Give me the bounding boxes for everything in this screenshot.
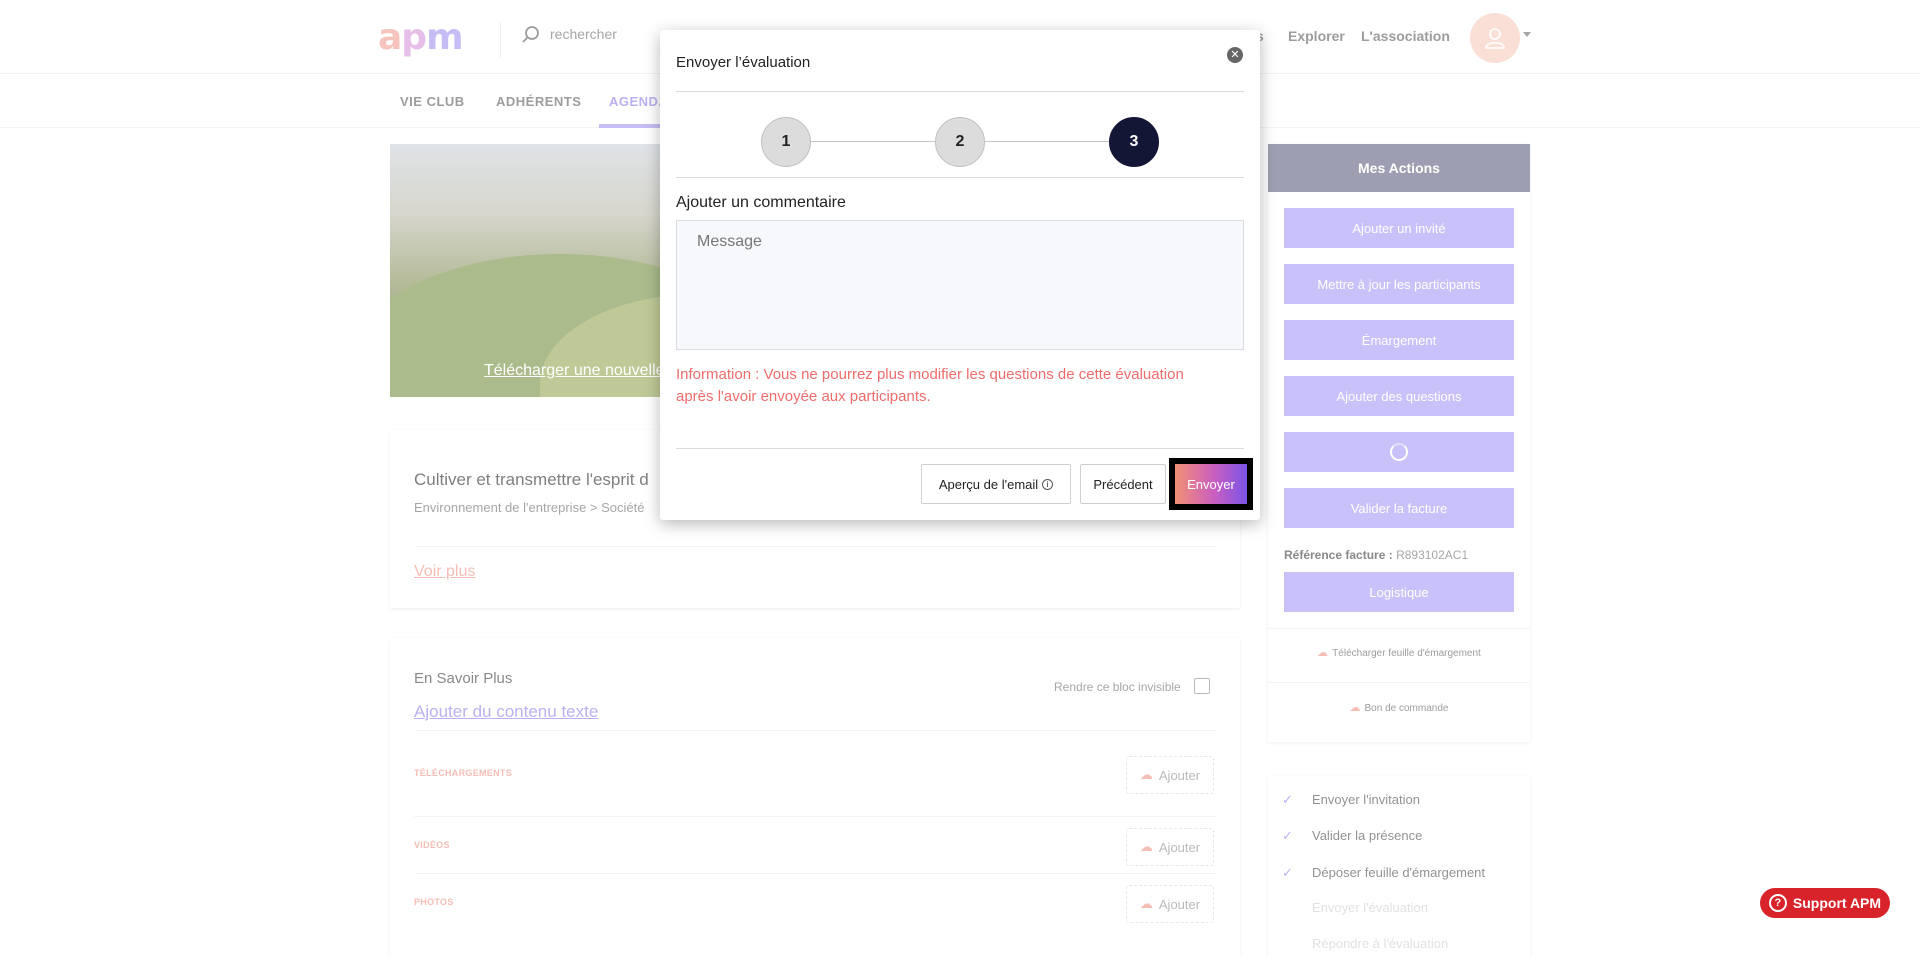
- warning-message: Information : Vous ne pourrez plus modif…: [676, 366, 1184, 405]
- comment-textarea[interactable]: [676, 220, 1244, 350]
- comment-label: Ajouter un commentaire: [676, 194, 846, 211]
- button-label: Aperçu de l'email: [938, 476, 1039, 492]
- send-evaluation-modal: Envoyer l’évaluation ✕ 1 2 3 Ajouter un …: [660, 30, 1260, 520]
- support-button[interactable]: ? Support APM: [1760, 888, 1890, 918]
- divider: [676, 448, 1244, 449]
- email-preview-button[interactable]: Aperçu de l'email i: [921, 464, 1071, 504]
- send-button-focus-frame: Envoyer: [1169, 458, 1253, 510]
- help-icon: ?: [1768, 894, 1787, 912]
- step-2[interactable]: 2: [935, 117, 985, 167]
- info-icon: i: [1042, 478, 1054, 490]
- divider: [676, 177, 1244, 178]
- modal-title: Envoyer l’évaluation: [676, 54, 811, 71]
- support-label: Support APM: [1792, 895, 1882, 911]
- divider: [676, 91, 1244, 92]
- send-button[interactable]: Envoyer: [1175, 464, 1247, 504]
- step-3[interactable]: 3: [1109, 117, 1159, 167]
- step-1[interactable]: 1: [761, 117, 811, 167]
- close-icon[interactable]: ✕: [1227, 47, 1243, 63]
- previous-button[interactable]: Précédent: [1080, 464, 1166, 504]
